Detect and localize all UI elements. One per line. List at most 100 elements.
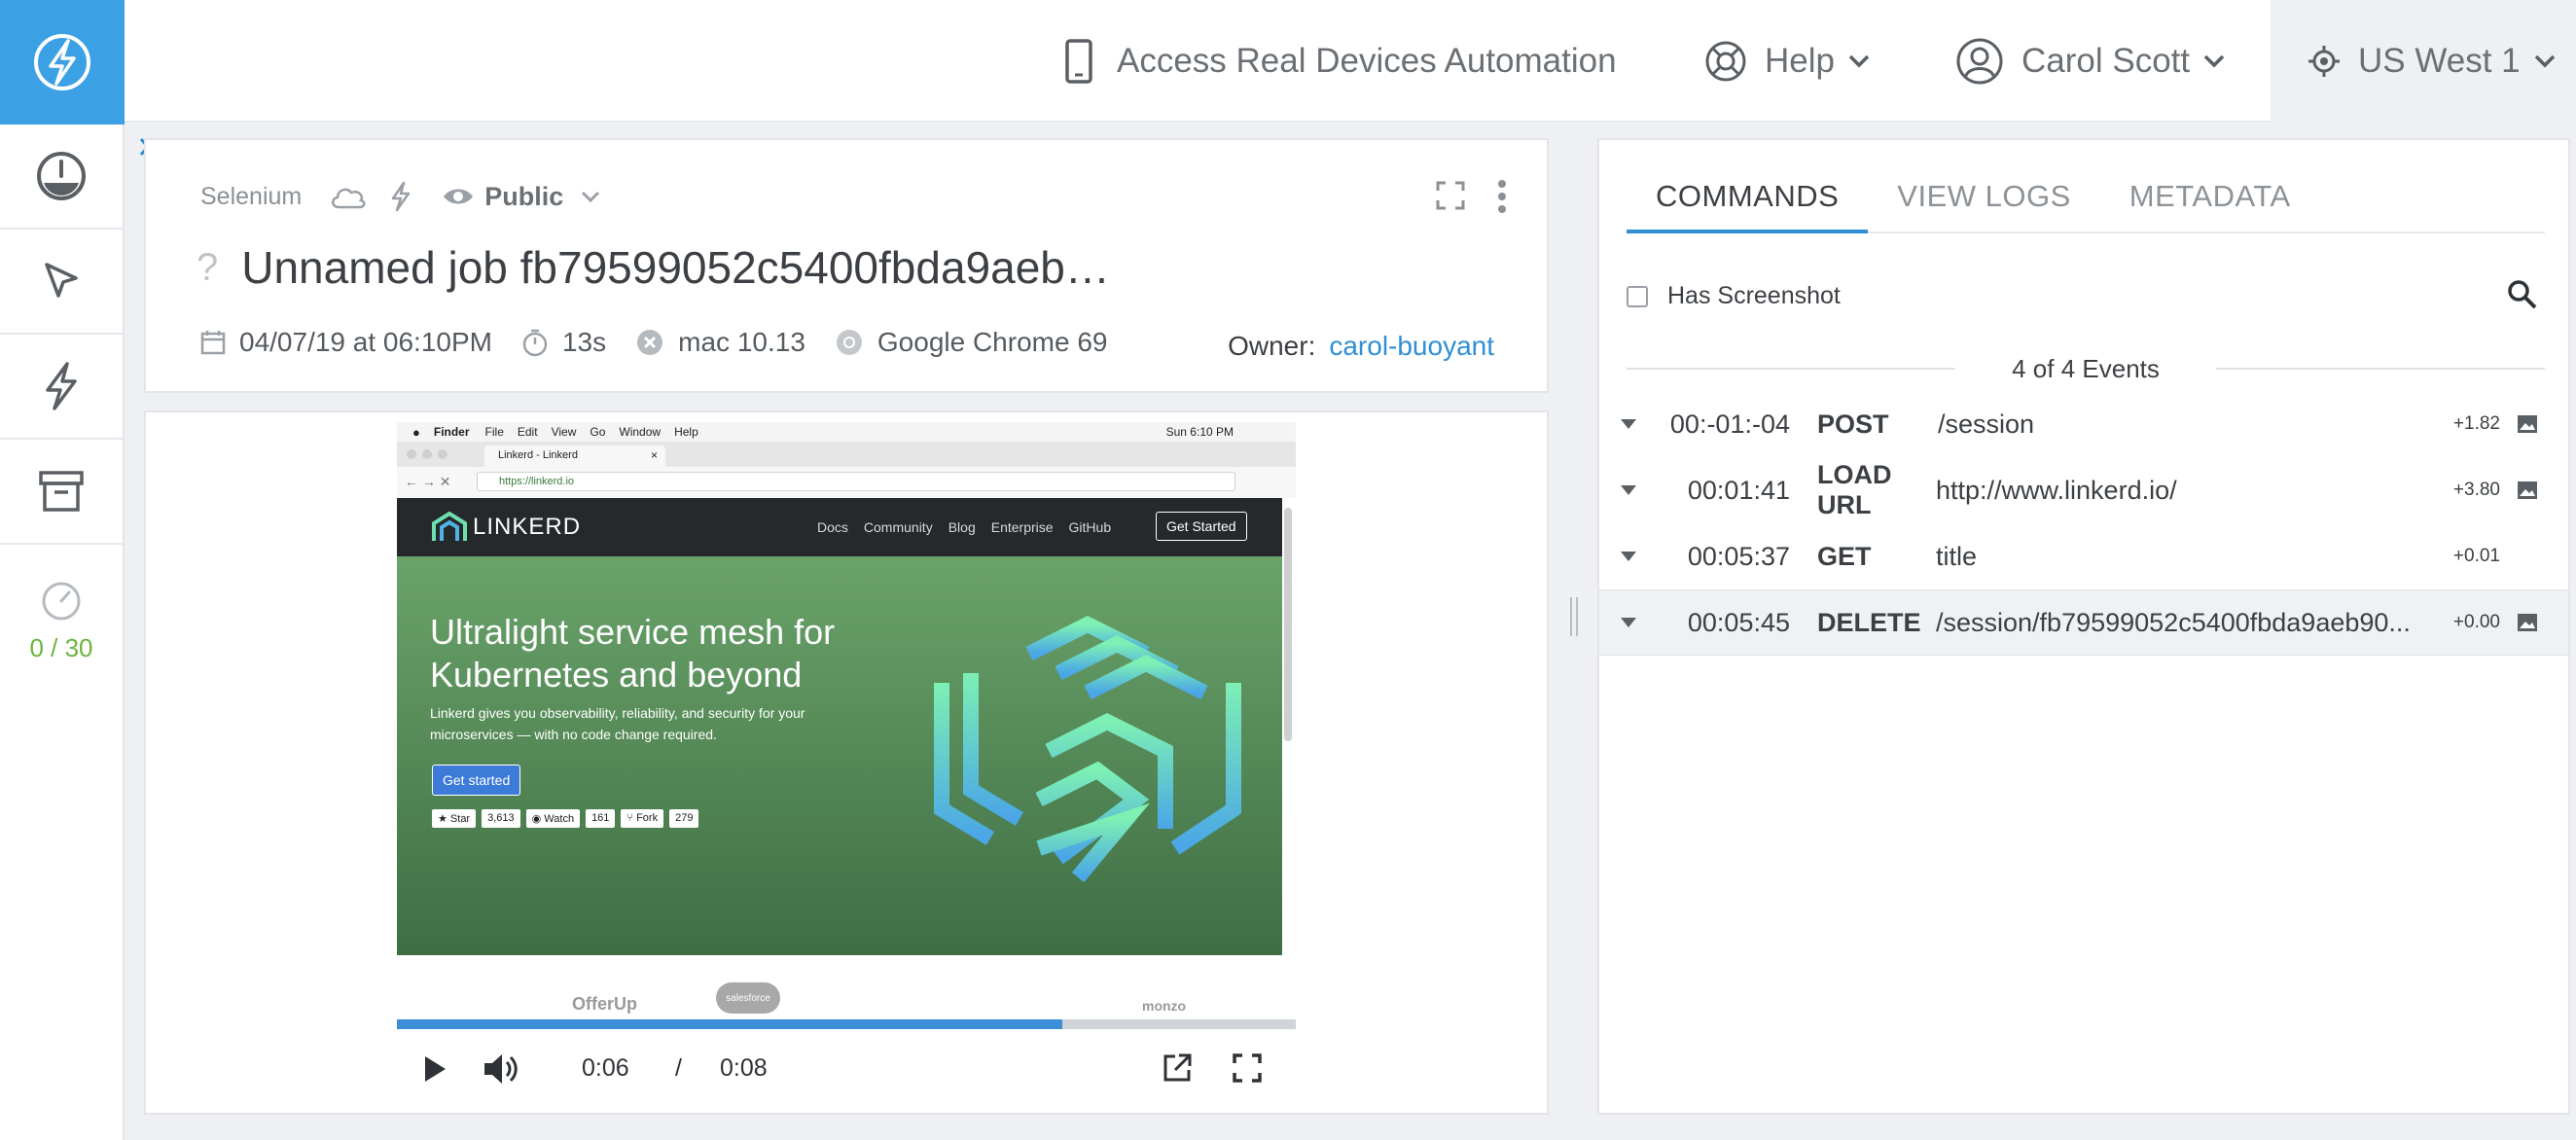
top-bar: Access Real Devices Automation Help Caro… [125,0,2576,123]
video-progress-bar[interactable] [397,1019,1296,1029]
linkerd-nav: Docs Community Blog Enterprise GitHub [817,519,1111,535]
mac-menu-item: Window [619,425,662,439]
fullscreen-icon[interactable] [1436,181,1465,210]
open-external-icon[interactable] [1162,1052,1193,1084]
mobile-phone-icon [1065,39,1092,84]
volume-icon[interactable] [483,1052,519,1086]
expand-triangle-icon[interactable] [1599,418,1658,430]
command-time: 00:01:41 [1687,475,1790,505]
screenshot-image-icon[interactable] [2500,414,2555,434]
lightning-logo-icon [34,34,90,90]
user-avatar-icon [1956,38,2003,85]
lightning-icon [391,181,411,212]
command-argument: title [1936,541,1978,571]
sidebar-item-automated[interactable] [0,230,123,335]
region-label: US West 1 [2358,42,2521,80]
linkerd-hero: Ultralight service mesh for Kubernetes a… [397,556,1282,955]
linkerd-nav-item: Community [863,519,933,535]
region-selector[interactable]: US West 1 [2271,0,2576,123]
job-browser: Google Chrome 69 [835,327,1107,358]
has-screenshot-checkbox[interactable] [1627,285,1648,307]
mac-menu-clock: Sun 6:10 PM [1165,425,1234,439]
job-title-row: ? Unnamed job fb79599052c5400fbda9aeb… [197,241,1110,294]
user-name: Carol Scott [2021,42,2191,80]
linkerd-brand: LINKERD [473,514,582,540]
job-os-value: mac 10.13 [678,327,805,357]
command-verb: LOAD URL [1817,460,1892,519]
archive-box-icon [39,471,84,512]
play-icon[interactable] [422,1054,447,1084]
search-icon[interactable] [2506,278,2539,311]
gh-fork-count: 279 [669,809,699,828]
help-menu[interactable]: Help [1704,0,1870,123]
tab-commands[interactable]: COMMANDS [1627,169,1869,233]
command-row[interactable]: 00:-01:-04 POST /session +1.82 [1599,391,2568,457]
mac-menu-item: Edit [517,425,538,439]
linkerd-nav-item: Enterprise [990,519,1054,535]
job-os: mac 10.13 [635,327,805,358]
panel-resize-handle[interactable] [1568,597,1580,636]
speedometer-icon [42,582,81,621]
command-row[interactable]: 00:05:37 GET title +0.01 [1599,523,2568,589]
command-time: 00:-01:-04 [1669,409,1790,439]
real-devices-link[interactable]: Access Real Devices Automation [1064,0,1617,123]
mac-menu-item: View [551,425,577,439]
screenshot-image-icon[interactable] [2500,481,2555,500]
browser-tab: Linkerd - Linkerd × [484,445,665,467]
concurrency-value: 0 / 30 [29,633,93,662]
sidebar-item-live[interactable] [0,335,123,440]
logo-salesforce: salesforce [716,982,780,1014]
command-row-selected[interactable]: 00:05:45 DELETE /session/fb79599052c5400… [1599,589,2568,656]
visibility-dropdown[interactable]: Public [442,182,600,212]
command-verb: GET [1817,541,1872,571]
sidebar-item-dashboard[interactable] [0,125,123,230]
browser-chrome: Linkerd - Linkerd × ← → ✕ https://linker… [397,442,1296,498]
owner-link[interactable]: carol-buoyant [1329,331,1494,362]
screenshot-image-icon[interactable] [2500,613,2555,632]
command-verb: POST [1817,409,1889,439]
command-argument: /session/fb79599052c5400fbda9aeb90... [1936,607,2411,637]
more-options-icon[interactable] [1496,179,1508,214]
apple-icon: ● [412,424,420,440]
gh-watch: Watch [544,813,575,825]
chevron-down-icon [2534,54,2555,68]
help-label: Help [1765,42,1835,80]
events-summary: 4 of 4 Events [2012,353,2160,383]
chevron-down-icon [582,191,600,202]
automated-cursor-icon [45,263,78,298]
app-logo[interactable] [0,0,125,125]
tab-view-logs[interactable]: VIEW LOGS [1868,169,2099,233]
mac-menu-bar: ● Finder File Edit View Go Window Help S… [397,422,1296,442]
job-info-row: 04/07/19 at 06:10PM 13s mac 10.13 Google… [200,327,1136,358]
commands-panel: COMMANDS VIEW LOGS METADATA Has Screensh… [1597,138,2570,1115]
linkerd-subtext: Linkerd gives you observability, reliabi… [430,702,805,745]
user-menu[interactable]: Carol Scott [1955,0,2225,123]
linkerd-navbar: LINKERD Docs Community Blog Enterprise G… [397,498,1282,556]
video-frame[interactable]: ● Finder File Edit View Go Window Help S… [397,422,1296,1033]
os-close-circle-icon [637,330,663,355]
expand-triangle-icon[interactable] [1599,617,1658,628]
linkerd-headline-line: Ultralight service mesh for [430,612,836,652]
job-duration-value: 13s [561,327,607,357]
concurrency-meter: 0 / 30 [0,580,123,663]
calendar-icon [200,331,226,355]
framework-label: Selenium [200,182,303,210]
expand-triangle-icon[interactable] [1599,551,1658,562]
gh-fork: Fork [636,812,659,824]
linkerd-nav-cta: Get Started [1156,512,1247,541]
eye-icon [444,189,474,204]
window-controls [407,449,447,459]
has-screenshot-filter[interactable]: Has Screenshot [1627,282,1841,310]
expand-triangle-icon[interactable] [1599,484,1658,496]
gh-star-count: 3,613 [482,809,520,828]
browser-url-bar: https://linkerd.io [477,472,1235,491]
linkerd-hero-cta: Get started [432,765,521,796]
video-player-card: ● Finder File Edit View Go Window Help S… [144,410,1549,1115]
sidebar-item-archive[interactable] [0,440,123,545]
fullscreen-icon[interactable] [1232,1052,1263,1084]
lightning-icon [46,362,77,410]
command-time: 00:05:37 [1687,541,1790,571]
tab-metadata[interactable]: METADATA [2100,169,2320,233]
linkerd-headline-line: Kubernetes and beyond [430,655,803,695]
command-row[interactable]: 00:01:41 LOAD URL http://www.linkerd.io/… [1599,457,2568,523]
